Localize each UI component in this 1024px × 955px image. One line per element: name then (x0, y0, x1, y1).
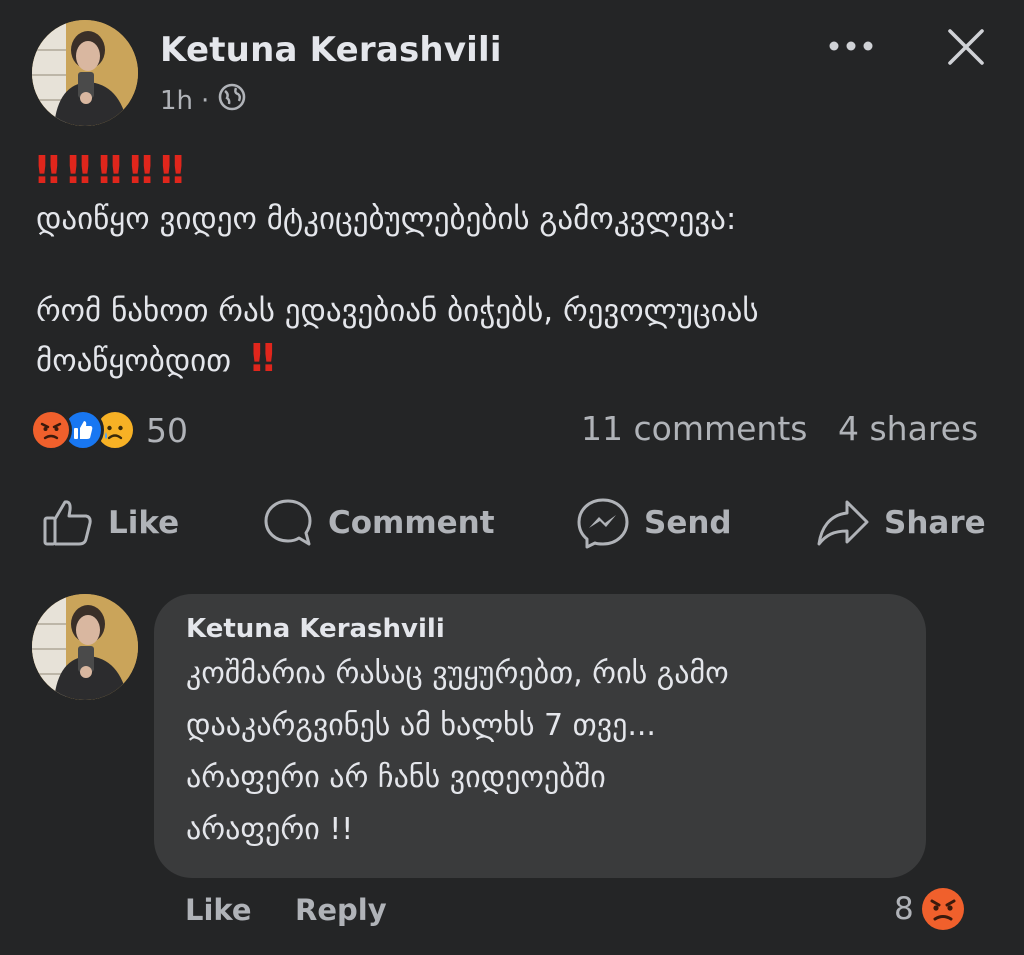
share-button[interactable]: Share (816, 496, 986, 550)
comments-count[interactable]: 11 comments (581, 409, 807, 448)
send-label: Send (644, 505, 732, 541)
post-author-name[interactable]: Ketuna Kerashvili (160, 30, 502, 70)
post-text-line-2: რომ ნახოთ რას ედავებიან ბიჭებს, რევოლუცი… (36, 293, 759, 329)
comment-line: არაფერი არ ჩანს ვიდეოებში (186, 760, 606, 795)
comment-text: კოშმარია რასაც ვუყურებთ, რის გამო დააკარ… (186, 648, 894, 856)
meta-separator-dot: · (201, 85, 210, 116)
like-button[interactable]: Like (42, 496, 179, 550)
close-icon (948, 29, 984, 65)
comment-bubble[interactable]: Ketuna Kerashvili კოშმარია რასაც ვუყურებ… (154, 594, 926, 878)
post-text-line-1: დაიწყო ვიდეო მტკიცებულებების გამოკვლევა: (36, 201, 737, 237)
thumbs-up-icon (43, 500, 92, 546)
comment-line: დააკარგვინეს ამ ხალხს 7 თვე... (186, 708, 656, 743)
comment-reply-button[interactable]: Reply (295, 893, 387, 927)
angry-icon (30, 409, 72, 451)
comment-button[interactable]: Comment (262, 496, 495, 550)
shares-count[interactable]: 4 shares (838, 409, 978, 448)
more-options-icon (829, 41, 873, 51)
exclamation-marks: ‼ ‼ ‼ ‼ ‼ (36, 148, 184, 192)
comment-author-name[interactable]: Ketuna Kerashvili (186, 614, 894, 644)
share-label: Share (884, 505, 986, 541)
comment-reaction-summary[interactable]: 8 (894, 886, 966, 932)
post-meta: 1h · (160, 82, 247, 119)
commenter-avatar[interactable] (32, 594, 138, 700)
reaction-count: 50 (146, 410, 188, 450)
like-label: Like (108, 505, 180, 541)
close-button[interactable] (942, 24, 990, 70)
share-arrow-icon (817, 500, 869, 546)
comment-label: Comment (328, 505, 495, 541)
comment-line: კოშმარია რასაც ვუყურებთ, რის გამო (186, 656, 729, 691)
angry-icon (921, 888, 964, 930)
globe-icon (217, 82, 247, 119)
exclamation-mark: ‼ (250, 336, 275, 380)
send-button[interactable]: Send (576, 496, 732, 550)
more-options-button[interactable] (826, 30, 876, 62)
comment-like-button[interactable]: Like (185, 893, 252, 927)
reaction-summary[interactable]: 50 (30, 407, 188, 453)
comment-bubble-icon (264, 499, 312, 546)
comment-reaction-count: 8 (894, 891, 914, 927)
messenger-icon (577, 498, 629, 549)
comment-line: არაფერი !! (186, 812, 354, 847)
author-avatar[interactable] (32, 20, 138, 126)
post-text-line-3: მოაწყობდით ‼ (36, 336, 275, 380)
post-body: ‼ ‼ ‼ ‼ ‼ დაიწყო ვიდეო მტკიცებულებების გ… (36, 150, 996, 386)
post-time[interactable]: 1h (160, 86, 193, 116)
